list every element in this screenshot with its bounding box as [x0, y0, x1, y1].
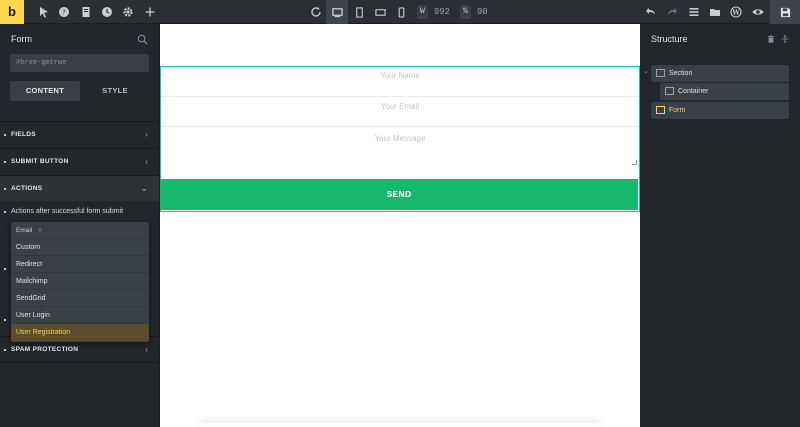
bullet	[4, 188, 6, 190]
section-actions-label: ACTIONS	[11, 185, 43, 192]
expand-icon[interactable]	[780, 34, 790, 44]
message-field[interactable]: Your Message	[161, 127, 639, 170]
zoom-value: 90	[476, 7, 488, 17]
section-spam-label: SPAM PROTECTION	[11, 346, 79, 353]
email-field[interactable]: Your Email	[161, 97, 639, 127]
save-icon	[780, 7, 791, 18]
tree-item-container[interactable]: Container	[660, 83, 789, 100]
option-redirect[interactable]: Redirect	[11, 255, 149, 272]
logo[interactable]: b	[0, 0, 24, 24]
bullet	[4, 211, 6, 213]
option-custom[interactable]: Custom	[11, 238, 149, 255]
preview-icon[interactable]	[750, 4, 766, 20]
element-panel: Form #brxe-gmtrwe CONTENT STYLE FIELDS ›…	[0, 24, 160, 427]
container-icon	[665, 87, 674, 95]
element-id-field[interactable]: #brxe-gmtrwe	[10, 54, 149, 72]
desktop-icon[interactable]	[326, 0, 348, 24]
undo-icon[interactable]	[643, 4, 659, 20]
canvas-bottom-shadow	[200, 423, 600, 427]
section-submit-button[interactable]: SUBMIT BUTTON ›	[0, 148, 159, 174]
pointer-icon[interactable]	[36, 4, 52, 20]
tablet-landscape-icon[interactable]	[369, 0, 391, 24]
settings-icon[interactable]	[120, 4, 136, 20]
help-icon[interactable]: ?	[56, 4, 72, 20]
chevron-down-icon[interactable]: ⌄	[643, 67, 649, 75]
selected-action-label: Email	[16, 227, 33, 234]
top-toolbar: b ? W 992 % 90 W	[0, 0, 800, 24]
builder-canvas: Your Name Your Email Your Message SEND	[160, 24, 640, 427]
save-button[interactable]	[770, 0, 800, 24]
tree-item-label: Section	[669, 70, 693, 77]
resize-handle-icon[interactable]	[632, 160, 637, 165]
send-button[interactable]: SEND	[160, 179, 638, 210]
bullet	[4, 134, 6, 136]
refresh-icon[interactable]	[308, 4, 324, 20]
bullet	[4, 349, 6, 351]
zoom-key: %	[460, 5, 471, 19]
canvas-width-field[interactable]: W 992	[417, 5, 450, 19]
tab-style[interactable]: STYLE	[80, 81, 150, 101]
section-fields[interactable]: FIELDS ›	[0, 121, 159, 147]
section-submit-label: SUBMIT BUTTON	[11, 158, 69, 165]
divider	[0, 362, 159, 363]
actions-select[interactable]: Email × Custom Redirect Mailchimp SendGr…	[11, 222, 149, 342]
tree-item-label: Container	[678, 88, 709, 95]
option-user-registration[interactable]: User Registration	[11, 323, 149, 341]
layers-icon[interactable]	[686, 4, 702, 20]
add-icon[interactable]	[142, 4, 158, 20]
option-sendgrid[interactable]: SendGrid	[11, 289, 149, 306]
width-key: W	[417, 5, 428, 19]
structure-title: Structure	[651, 34, 688, 44]
chevron-right-icon: ›	[145, 130, 148, 139]
actions-label: Actions after successful form submit	[11, 208, 124, 215]
svg-text:?: ?	[62, 9, 66, 17]
remove-tag-icon[interactable]: ×	[38, 227, 42, 234]
name-field[interactable]: Your Name	[161, 67, 639, 97]
svg-text:W: W	[731, 8, 740, 16]
mobile-icon[interactable]	[390, 0, 412, 24]
trash-icon[interactable]	[766, 34, 776, 44]
form-icon	[656, 106, 665, 114]
search-icon[interactable]	[137, 32, 149, 45]
panel-tabs: CONTENT STYLE	[10, 81, 149, 101]
structure-panel: Structure ⌄ Section Container Form	[640, 24, 800, 427]
zoom-field[interactable]: % 90	[460, 5, 488, 19]
folder-icon[interactable]	[707, 4, 723, 20]
bullet	[4, 161, 6, 163]
pages-icon[interactable]	[78, 4, 94, 20]
width-value: 992	[433, 7, 451, 17]
tree-item-section[interactable]: Section	[651, 65, 789, 82]
selected-action-tag[interactable]: Email ×	[16, 227, 42, 234]
chevron-right-icon: ›	[145, 157, 148, 166]
chevron-down-icon: ⌄	[140, 184, 148, 193]
panel-title: Form	[11, 34, 32, 44]
section-actions[interactable]: ACTIONS ⌄	[0, 175, 159, 201]
tree-item-label: Form	[669, 107, 686, 114]
bullet	[4, 268, 6, 270]
option-user-login[interactable]: User Login	[11, 306, 149, 323]
tree-item-form[interactable]: Form	[651, 102, 789, 119]
redo-icon[interactable]	[664, 4, 680, 20]
tablet-portrait-icon[interactable]	[348, 0, 370, 24]
bullet	[4, 319, 6, 321]
option-mailchimp[interactable]: Mailchimp	[11, 272, 149, 289]
section-fields-label: FIELDS	[11, 131, 36, 138]
tab-content[interactable]: CONTENT	[10, 81, 80, 101]
wordpress-icon[interactable]: W	[728, 4, 744, 20]
section-icon	[656, 69, 665, 77]
history-icon[interactable]	[99, 4, 115, 20]
